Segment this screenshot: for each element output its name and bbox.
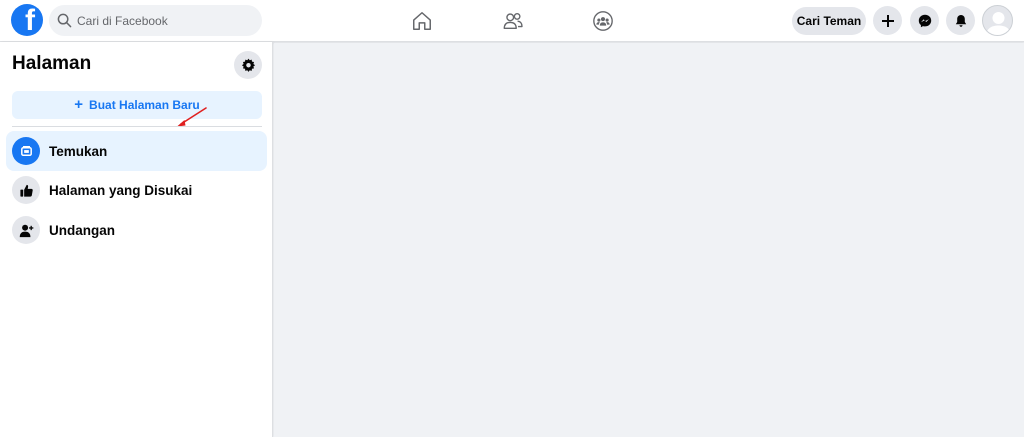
discover-icon: [12, 137, 40, 165]
home-icon[interactable]: [409, 8, 435, 34]
thumbs-up-icon: [12, 176, 40, 204]
gear-icon: [241, 58, 255, 72]
sidebar-title: Halaman: [12, 53, 92, 74]
search-input[interactable]: [77, 13, 247, 28]
main-content-area: [274, 43, 1024, 437]
sidebar-item-label: Halaman yang Disukai: [49, 182, 193, 198]
divider: [12, 126, 262, 127]
messenger-button[interactable]: [910, 6, 939, 35]
sidebar-item-discover[interactable]: Temukan: [6, 131, 267, 171]
top-navigation-bar: f Cari Teman: [0, 0, 1024, 42]
profile-avatar[interactable]: [982, 5, 1013, 36]
messenger-icon: [918, 14, 931, 27]
sidebar-item-label: Temukan: [49, 143, 108, 159]
notifications-icon: [955, 14, 966, 27]
create-button[interactable]: [873, 6, 902, 35]
invite-user-icon: [12, 216, 40, 244]
settings-button[interactable]: [234, 51, 262, 79]
create-new-page-button[interactable]: + Buat Halaman Baru: [12, 91, 262, 119]
facebook-logo[interactable]: f: [11, 4, 43, 36]
groups-icon[interactable]: [590, 8, 616, 34]
sidebar-item-label: Undangan: [49, 222, 115, 238]
friends-icon[interactable]: [500, 8, 526, 34]
pages-sidebar: Halaman + Buat Halaman Baru Temukan Hala…: [0, 42, 273, 437]
plus-icon: +: [74, 96, 84, 113]
plus-icon: [881, 14, 894, 27]
annotation-arrow: [177, 107, 207, 127]
search-box[interactable]: [49, 5, 262, 36]
search-icon: [57, 13, 72, 28]
sidebar-item-liked-pages[interactable]: Halaman yang Disukai: [6, 170, 267, 210]
notifications-button[interactable]: [946, 6, 975, 35]
sidebar-item-invites[interactable]: Undangan: [6, 210, 267, 250]
find-friends-button[interactable]: Cari Teman: [792, 7, 866, 35]
